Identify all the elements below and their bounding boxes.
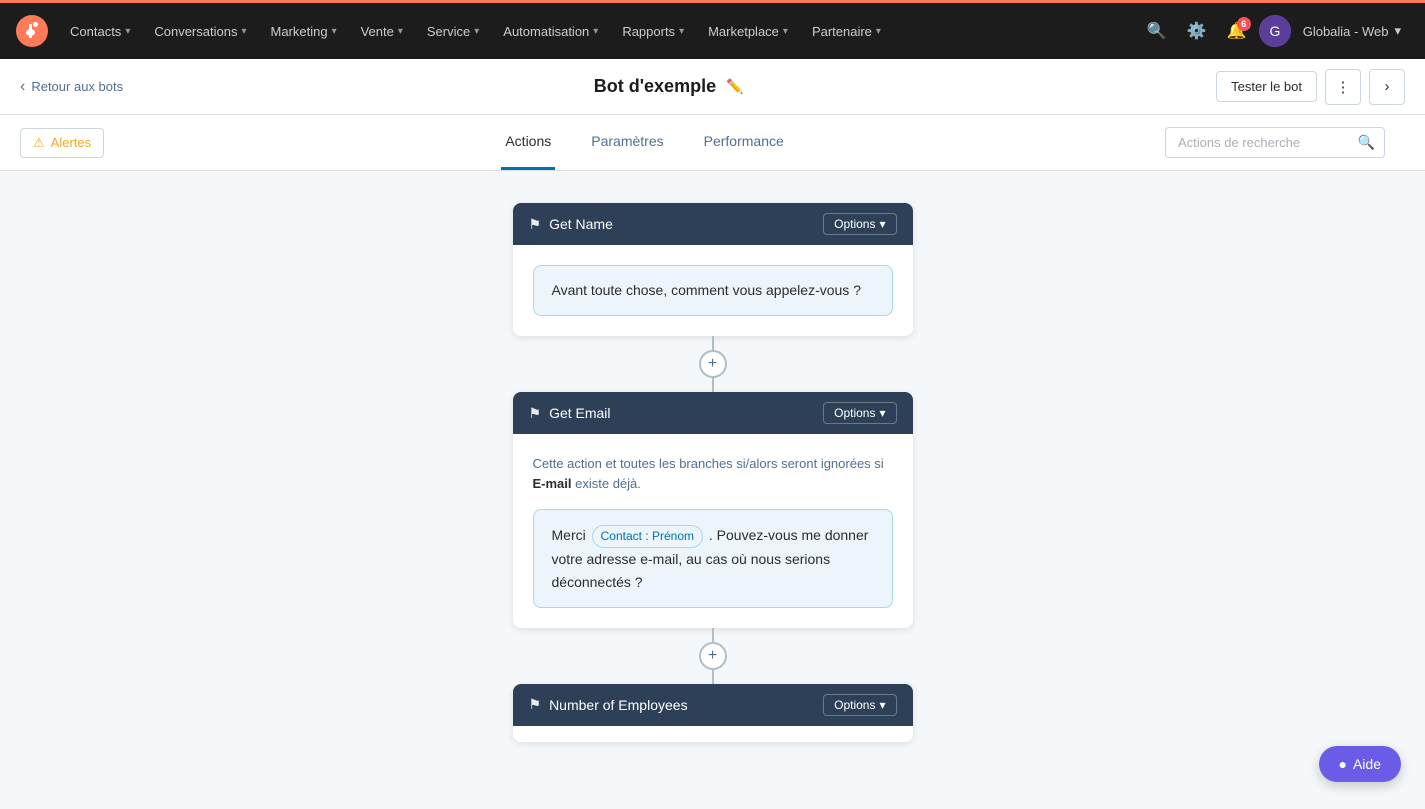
nav-marketing[interactable]: Marketing ▾ [260,18,346,45]
nav-rapports[interactable]: Rapports ▾ [612,18,694,45]
get-name-message-text: Avant toute chose, comment vous appelez-… [552,282,861,298]
vente-chevron: ▾ [398,26,403,37]
number-of-employees-header: ⚑ Number of Employees Options ▾ [513,684,913,726]
top-nav: Contacts ▾ Conversations ▾ Marketing ▾ V… [0,3,1425,59]
connector-line-bottom-1 [712,378,714,392]
settings-icon-btn[interactable]: ⚙️ [1179,13,1215,49]
connector-line-top-1 [712,336,714,350]
connector-line-top-2 [712,628,714,642]
get-email-node: ⚑ Get Email Options ▾ Cette action et to… [513,392,913,628]
number-of-employees-node: ⚑ Number of Employees Options ▾ [513,684,913,742]
node-icon-flag-2: ⚑ [529,405,542,422]
alert-icon: ⚠ [33,135,45,151]
nav-automatisation[interactable]: Automatisation ▾ [493,18,608,45]
svg-text:G: G [1269,23,1280,39]
nav-contacts[interactable]: Contacts ▾ [60,18,140,45]
get-name-message-bubble[interactable]: Avant toute chose, comment vous appelez-… [533,265,893,316]
more-options-button[interactable]: ⋮ [1325,69,1361,105]
partenaire-chevron: ▾ [876,26,881,37]
number-of-employees-options-button[interactable]: Options ▾ [823,694,896,716]
add-step-button-2[interactable]: + [699,642,727,670]
get-email-node-header: ⚑ Get Email Options ▾ [513,392,913,434]
rapports-chevron: ▾ [679,26,684,37]
back-arrow-icon: ‹ [20,78,25,96]
test-bot-button[interactable]: Tester le bot [1216,71,1317,102]
edit-title-icon[interactable]: ✏️ [724,76,745,97]
marketing-chevron: ▾ [332,26,337,37]
get-email-node-body: Cette action et toutes les branches si/a… [513,434,913,628]
tabs-group: Actions Paramètres Performance [104,115,1185,170]
page-title: Bot d'exemple [594,76,716,97]
help-label: Aide [1353,756,1381,772]
connector-line-bottom-2 [712,670,714,684]
search-actions-area: 🔍 [1165,127,1385,158]
bot-canvas: ⚑ Get Name Options ▾ Avant toute chose, … [0,171,1425,809]
automatisation-chevron: ▾ [593,26,598,37]
nav-partenaire[interactable]: Partenaire ▾ [802,18,891,45]
tab-parametres[interactable]: Paramètres [587,115,667,170]
nav-user-chevron: ▾ [1394,23,1401,39]
connector-2: + [699,628,727,684]
alert-button-wrap: ⚠ Alertes [20,128,104,158]
get-name-options-button[interactable]: Options ▾ [823,213,896,235]
tab-performance[interactable]: Performance [700,115,788,170]
get-name-node-header: ⚑ Get Name Options ▾ [513,203,913,245]
alerts-label: Alertes [51,135,91,150]
get-name-title: Get Name [549,216,613,232]
get-name-node-body: Avant toute chose, comment vous appelez-… [513,245,913,336]
contact-prenom-token[interactable]: Contact : Prénom [592,525,703,548]
service-chevron: ▾ [474,26,479,37]
title-area: Bot d'exemple ✏️ [139,76,1200,97]
back-to-bots-button[interactable]: ‹ Retour aux bots [20,78,123,96]
conversations-chevron: ▾ [241,26,246,37]
node-icon-flag: ⚑ [529,216,542,233]
secondary-action-button[interactable]: › [1369,69,1405,105]
options-chevron: ▾ [879,217,885,231]
marketplace-chevron: ▾ [783,26,788,37]
back-label: Retour aux bots [31,79,123,94]
tab-actions[interactable]: Actions [501,115,555,170]
tabs-bar: ⚠ Alertes Actions Paramètres Performance… [0,115,1425,171]
subheader-action-buttons: Tester le bot ⋮ › [1216,69,1405,105]
nav-vente[interactable]: Vente ▾ [351,18,413,45]
contacts-chevron: ▾ [125,26,130,37]
help-icon: ● [1339,756,1347,772]
get-email-info: Cette action et toutes les branches si/a… [533,454,893,493]
options-chevron-3: ▾ [879,698,885,712]
message-merci: Merci [552,527,586,543]
get-email-message-bubble[interactable]: Merci Contact : Prénom . Pouvez-vous me … [533,509,893,608]
search-icon-btn[interactable]: 🔍 [1139,13,1175,49]
nav-service[interactable]: Service ▾ [417,18,489,45]
hubspot-logo[interactable] [16,15,48,47]
options-chevron-2: ▾ [879,406,885,420]
notifications-icon-btn[interactable]: 🔔 6 [1219,13,1255,49]
subheader: ‹ Retour aux bots Bot d'exemple ✏️ Teste… [0,59,1425,115]
alerts-button[interactable]: ⚠ Alertes [20,128,104,158]
nav-user-label: Globalia - Web [1303,24,1389,39]
nav-marketplace[interactable]: Marketplace ▾ [698,18,798,45]
notification-badge: 6 [1237,17,1251,31]
nav-user-menu[interactable]: Globalia - Web ▾ [1295,17,1409,45]
nav-icon-group: 🔍 ⚙️ 🔔 6 G Globalia - Web ▾ [1139,13,1409,49]
email-bold-text: E-mail [533,476,572,491]
search-actions-input[interactable] [1165,127,1385,158]
get-email-title: Get Email [549,405,610,421]
add-step-button-1[interactable]: + [699,350,727,378]
number-of-employees-title: Number of Employees [549,697,688,713]
connector-1: + [699,336,727,392]
get-email-options-button[interactable]: Options ▾ [823,402,896,424]
help-button[interactable]: ● Aide [1319,746,1402,782]
node-partial-bottom [513,726,913,742]
nav-conversations[interactable]: Conversations ▾ [144,18,256,45]
avatar[interactable]: G [1259,15,1291,47]
get-name-node: ⚑ Get Name Options ▾ Avant toute chose, … [513,203,913,336]
orange-top-bar [0,0,1425,3]
node-icon-flag-3: ⚑ [529,696,542,713]
